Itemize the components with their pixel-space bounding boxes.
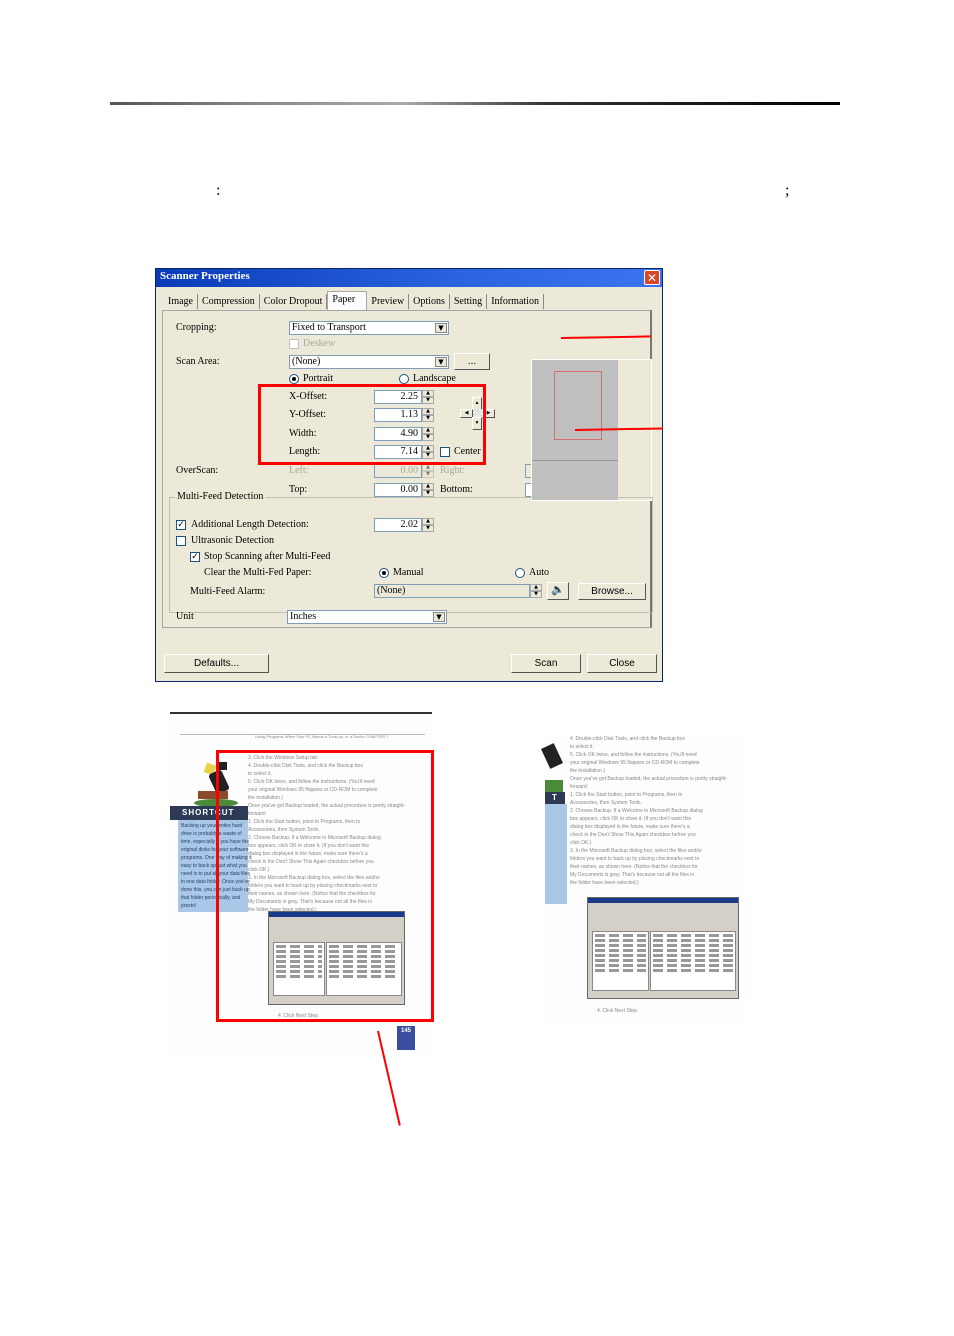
unit-label: Unit [176,611,194,622]
deskew-checkbox[interactable] [289,339,299,349]
preview-divider [532,460,618,461]
text-line: My Documents is gray. That's because not… [570,872,695,878]
colon-mark: : [216,182,221,199]
text-line: Accessories, then System Tools. [570,800,642,806]
overscan-top-input[interactable]: 0.00 [374,483,422,497]
overscan-right-label: Right: [440,465,466,476]
text-line: to select it. [570,744,594,750]
running-man-fragment [541,740,563,800]
manual-label: Manual [393,567,424,578]
clear-multifed-label: Clear the Multi-Fed Paper: [204,567,312,578]
page-footer-step: 4. Click Next Step. [597,1008,639,1014]
text-line: dialog box displayed in the future, make… [570,824,690,830]
additional-length-spinner[interactable]: ▲ ▼ [422,518,434,532]
text-line: box appears, click OK to close it. (If y… [570,816,692,822]
text-line: your original Windows 95 floppies or CD-… [570,760,700,766]
close-icon[interactable]: ✕ [644,270,660,285]
manual-radio[interactable] [379,568,389,578]
overscan-bottom-label: Bottom: [440,484,473,495]
landscape-label: Landscape [413,373,456,384]
tab-compression[interactable]: Compression [198,294,260,309]
shortcut-fragment: T [545,792,565,804]
scan-area-label: Scan Area: [176,356,220,367]
tab-preview[interactable]: Preview [367,294,410,309]
tab-bar: Image Compression Color Dropout Paper Pr… [164,291,544,311]
text-line: the installation.) [570,768,606,774]
semicolon-mark: ; [785,182,790,199]
multifeed-alarm-label: Multi-Feed Alarm: [190,586,266,597]
overscan-label: OverScan: [176,465,219,476]
overscan-top-label: Top: [289,484,308,495]
text-line: 1. Click the Start button, point to Prog… [570,792,683,798]
multifeed-alarm-spinner[interactable]: ▲ ▼ [530,584,542,598]
cropping-label: Cropping: [176,322,217,333]
tab-options[interactable]: Options [409,294,450,309]
portrait-label: Portrait [303,373,333,384]
offset-highlight-box [258,384,486,465]
close-button[interactable]: Close [587,654,657,673]
text-line: 3. In the Microsoft Backup dialog box, s… [570,848,703,854]
text-line: 5. Click OK twice, and follow the instru… [570,752,697,758]
unit-value: Inches [290,611,317,622]
additional-length-label: Additional Length Detection: [191,519,309,530]
text-line: 2. Choose Backup. If a Welcome to Micros… [570,808,703,814]
scanned-page-after: T 4. Double-click Disk Tools, and click … [541,735,745,1025]
overscan-left-spinner[interactable]: ▲ ▼ [422,464,434,478]
text-line: Once you've got Backup loaded, the actua… [570,776,728,782]
ultrasonic-label: Ultrasonic Detection [191,535,275,546]
overscan-top-spinner[interactable]: ▲ ▼ [422,483,434,497]
text-line: folders you want to back up by placing c… [570,856,700,862]
portrait-radio[interactable] [289,374,299,384]
scan-area-value: (None) [292,356,321,367]
tab-paper[interactable]: Paper [327,291,368,311]
header-rule [110,102,840,105]
backup-screenshot [587,897,739,999]
text-line: the folder have been selected.) [570,880,639,886]
dialog-title: Scanner Properties [160,270,250,282]
defaults-button[interactable]: Defaults... [164,654,269,673]
text-line: forward: [570,784,589,790]
scan-area-select[interactable]: (None) ▼ [289,355,449,369]
deskew-label: Deskew [303,338,336,349]
page-number: 145 [397,1026,415,1050]
cropping-select[interactable]: Fixed to Transport ▼ [289,321,449,335]
landscape-radio[interactable] [399,374,409,384]
auto-radio[interactable] [515,568,525,578]
scan-button[interactable]: Scan [511,654,581,673]
ultrasonic-checkbox[interactable] [176,536,186,546]
paper-panel: Cropping: Fixed to Transport ▼ Deskew Sc… [162,310,653,628]
chevron-down-icon[interactable]: ▼ [433,612,445,622]
title-bar: Scanner Properties ✕ [156,269,662,287]
auto-label: Auto [529,567,549,578]
tab-color-dropout[interactable]: Color Dropout [260,294,328,309]
tab-setting[interactable]: Setting [450,294,488,309]
text-line: their names, as shown here. (Notice that… [570,864,698,870]
stop-scanning-checkbox[interactable]: ✓ [190,552,200,562]
page-header: Using Programs When Your PC Needs a Tune… [255,734,389,739]
chevron-down-icon[interactable]: ▼ [435,357,447,367]
multifeed-alarm-input[interactable]: (None) [374,584,530,598]
scan-area-browse-button[interactable]: ... [454,353,490,370]
additional-length-checkbox[interactable]: ✓ [176,520,186,530]
tab-image[interactable]: Image [164,294,198,309]
sidebar-fragment [545,804,567,904]
text-line: check in the Don't Show This Again check… [570,832,696,838]
page-body-text: 4. Double-click Disk Tools, and click th… [570,735,745,887]
speaker-icon[interactable]: 🔈 [547,582,569,600]
overscan-left-input[interactable]: 0.00 [374,464,422,478]
overscan-left-label: Left: [289,465,309,476]
chevron-down-icon[interactable]: ▼ [435,323,447,333]
stop-scanning-label: Stop Scanning after Multi-Feed [204,551,331,562]
text-line: click OK.) [570,840,592,846]
multifeed-group-label: Multi-Feed Detection [175,491,266,502]
tab-information[interactable]: Information [487,294,544,309]
additional-length-input[interactable]: 2.02 [374,518,422,532]
scanner-properties-dialog: Scanner Properties ✕ Image Compression C… [155,268,663,682]
cropping-value: Fixed to Transport [292,322,366,333]
browse-button[interactable]: Browse... [578,583,646,600]
crop-highlight-box [216,750,434,1022]
unit-select[interactable]: Inches ▼ [287,610,447,624]
text-line: 4. Double-click Disk Tools, and click th… [570,736,685,742]
